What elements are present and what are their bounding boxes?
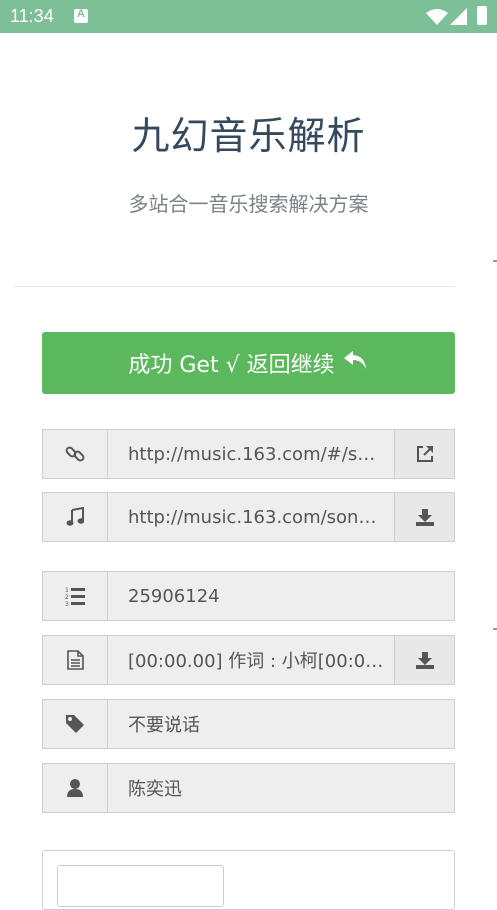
svg-text:1: 1	[65, 587, 69, 594]
edge-mark	[493, 260, 497, 262]
wifi-icon	[426, 9, 448, 25]
artist-row: 陈奕迅	[42, 763, 455, 813]
svg-text:2: 2	[65, 594, 69, 601]
success-button-label: 成功 Get √ 返回继续	[128, 353, 335, 378]
reply-icon	[343, 349, 369, 377]
open-link-button[interactable]	[394, 430, 454, 478]
link-row: http://music.163.com/#/so...	[42, 429, 455, 479]
signal-icon	[450, 8, 467, 25]
lyrics-field[interactable]: [00:00.00] 作词 : 小柯[00:01...	[108, 636, 394, 684]
artist-field[interactable]: 陈奕迅	[108, 764, 454, 812]
download-lyrics-button[interactable]	[394, 636, 454, 684]
battery-icon	[477, 6, 487, 25]
music-url-row: http://music.163.com/song...	[42, 492, 455, 542]
ordered-list-icon: 1 2 3	[43, 572, 108, 620]
lyrics-row: [00:00.00] 作词 : 小柯[00:01...	[42, 635, 455, 685]
music-note-icon	[43, 493, 108, 541]
edge-mark	[493, 628, 497, 630]
song-name-field[interactable]: 不要说话	[108, 700, 454, 748]
download-music-button[interactable]	[394, 493, 454, 541]
page-subtitle: 多站合一音乐搜索解决方案	[128, 192, 369, 216]
svg-text:3: 3	[65, 601, 69, 606]
song-id-field[interactable]: 25906124	[108, 572, 454, 620]
success-return-button[interactable]: 成功 Get √ 返回继续	[42, 332, 455, 394]
download-icon	[415, 652, 434, 669]
external-link-icon	[416, 446, 433, 462]
music-url-field[interactable]: http://music.163.com/song...	[108, 493, 394, 541]
song-name-row: 不要说话	[42, 699, 455, 749]
header-divider	[14, 286, 455, 287]
link-field[interactable]: http://music.163.com/#/so...	[108, 430, 394, 478]
download-icon	[415, 509, 434, 526]
notification-icon	[74, 8, 88, 23]
file-text-icon	[43, 636, 108, 684]
user-icon	[43, 764, 108, 812]
bottom-card-inner	[57, 865, 224, 907]
song-id-row: 1 2 3 25906124	[42, 571, 455, 621]
status-time: 11:34	[10, 6, 54, 26]
tag-icon	[43, 700, 108, 748]
link-icon	[43, 430, 108, 478]
page-title: 九幻音乐解析	[131, 114, 366, 158]
bottom-card	[42, 850, 455, 910]
status-bar: 11:34	[0, 0, 497, 33]
